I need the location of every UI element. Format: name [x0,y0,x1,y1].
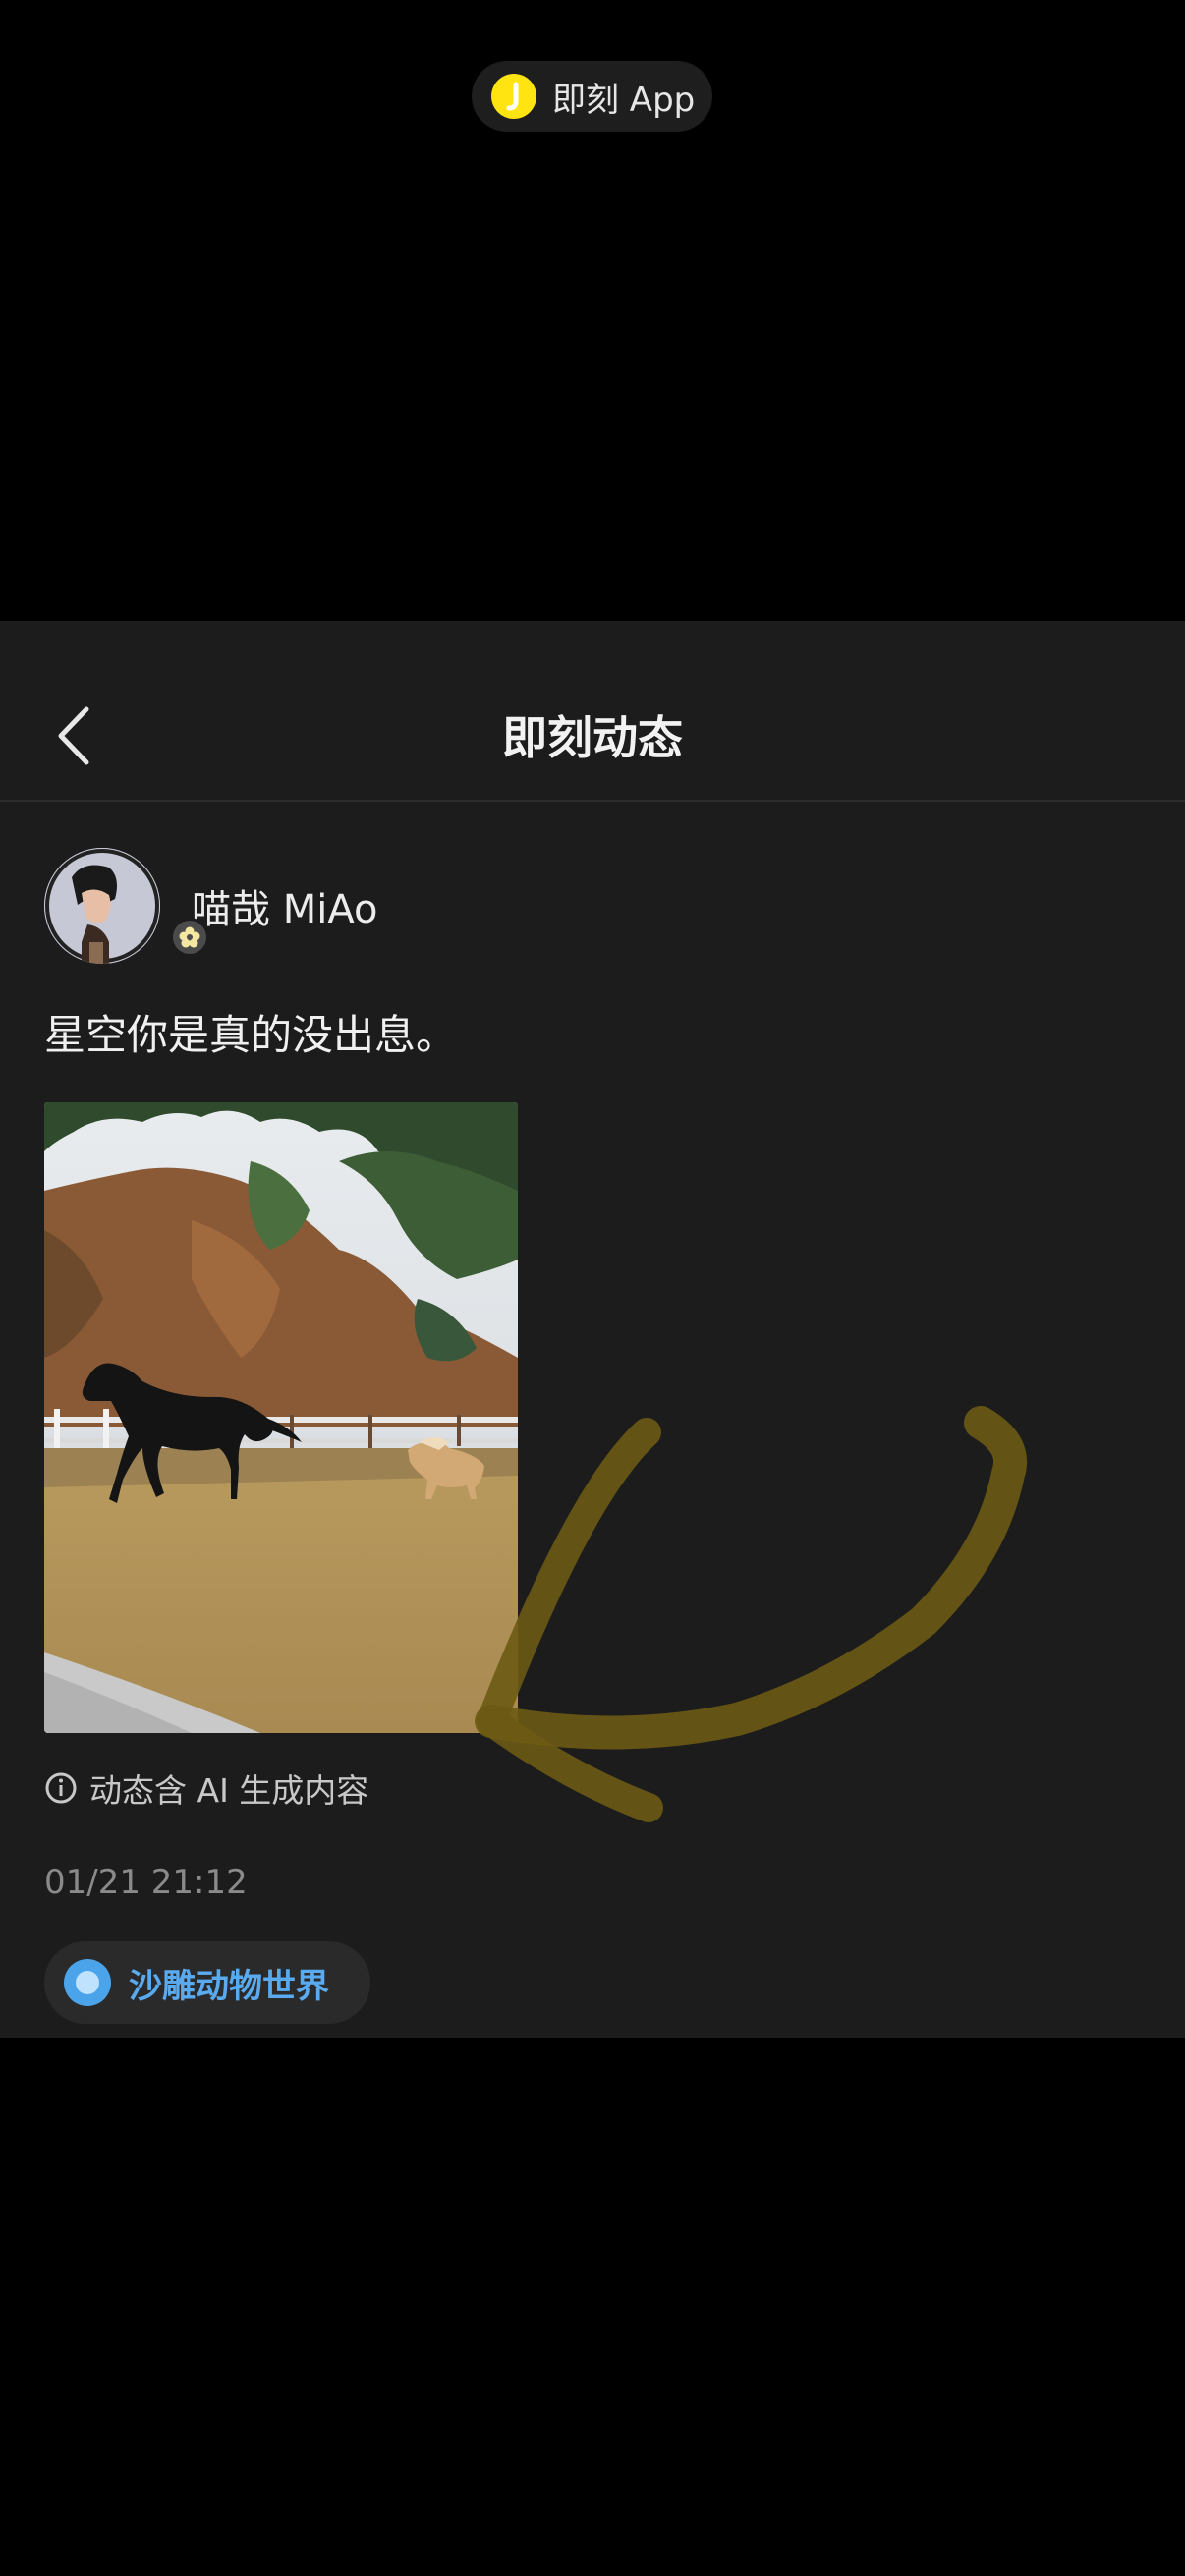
post-text: 星空你是真的没出息。 [44,1011,458,1059]
app-name: 即刻 App [552,80,696,120]
page-title: 即刻动态 [502,711,683,764]
avatar[interactable] [44,848,160,964]
ai-notice-text: 动态含 AI 生成内容 [89,1771,369,1810]
author-row[interactable]: 喵哉 MiAo [44,847,377,965]
topic-icon [64,1959,111,2006]
info-icon [45,1772,77,1804]
author-name[interactable]: 喵哉 MiAo [192,877,377,934]
nav-bar: 即刻动态 [0,621,1185,802]
topic-label: 沙雕动物世界 [129,1966,329,2006]
post-sheet: 即刻动态 喵哉 MiAo 星空你是真的没出息。 动态含 AI 生成内容 01/2… [0,621,1185,2038]
post-timestamp: 01/21 21:12 [44,1863,248,1902]
app-source-pill[interactable]: 即刻 App [472,61,712,132]
jike-logo-icon [491,74,536,119]
topic-chip[interactable]: 沙雕动物世界 [44,1941,370,2024]
post-image[interactable] [44,1102,518,1733]
ai-generated-notice[interactable]: 动态含 AI 生成内容 [44,1759,368,1818]
verified-badge-icon [170,918,209,957]
